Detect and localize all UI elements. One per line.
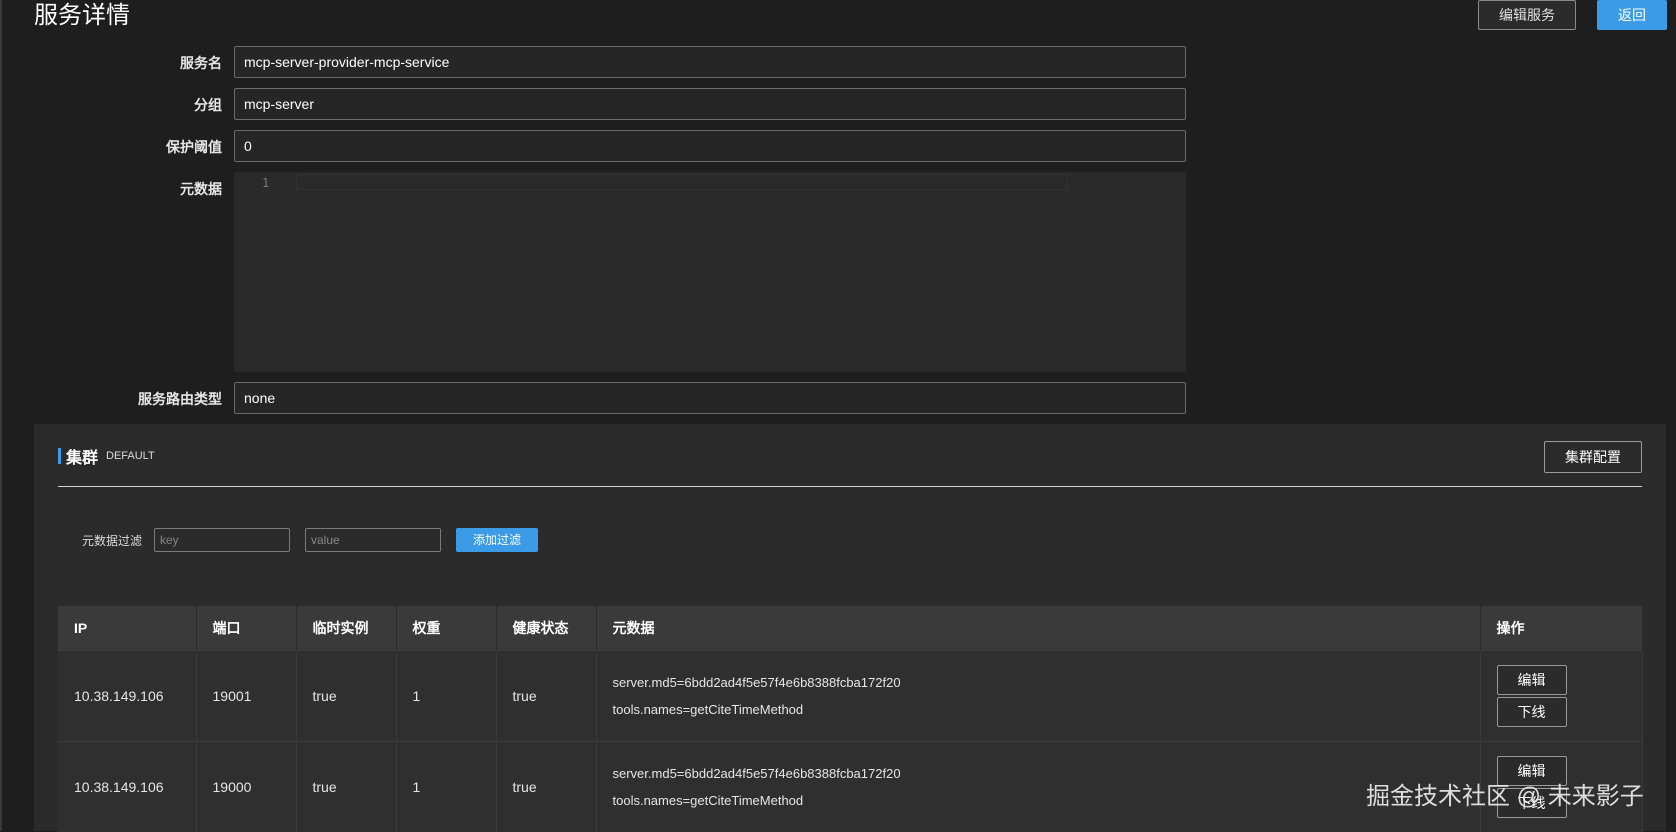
cell-actions: 编辑 下线 xyxy=(1480,651,1642,742)
protect-threshold-field[interactable]: 0 xyxy=(234,130,1186,162)
filter-key-input[interactable] xyxy=(154,528,290,552)
cell-healthy: true xyxy=(496,651,596,742)
cell-weight: 1 xyxy=(396,742,496,832)
cluster-panel: 集群 DEFAULT 集群配置 元数据过滤 添加过滤 IP 端口 临时实例 权重… xyxy=(34,424,1666,831)
cell-ip: 10.38.149.106 xyxy=(58,742,196,832)
cell-port: 19001 xyxy=(196,651,296,742)
page-title: 服务详情 xyxy=(34,0,130,32)
metadata-line: server.md5=6bdd2ad4f5e57f4e6b8388fcba172… xyxy=(613,669,1479,696)
cluster-name: DEFAULT xyxy=(106,450,155,462)
offline-instance-button[interactable]: 下线 xyxy=(1497,697,1567,727)
route-type-label: 服务路由类型 xyxy=(22,389,222,409)
metadata-filter-label: 元数据过滤 xyxy=(82,532,142,549)
cell-ip: 10.38.149.106 xyxy=(58,651,196,742)
table-row: 10.38.149.106 19001 true 1 true server.m… xyxy=(58,651,1642,742)
service-name-field[interactable]: mcp-server-provider-mcp-service xyxy=(234,46,1186,78)
filter-value-input[interactable] xyxy=(305,528,441,552)
metadata-line: tools.names=getCiteTimeMethod xyxy=(613,696,1479,723)
cell-ephemeral: true xyxy=(296,742,396,832)
column-header-health: 健康状态 xyxy=(496,606,596,651)
column-header-metadata: 元数据 xyxy=(596,606,1480,651)
service-name-label: 服务名 xyxy=(22,53,222,73)
editor-line-number: 1 xyxy=(262,176,269,190)
metadata-editor[interactable]: 1 xyxy=(234,172,1186,372)
group-field[interactable]: mcp-server xyxy=(234,88,1186,120)
column-header-actions: 操作 xyxy=(1480,606,1642,651)
edit-service-button[interactable]: 编辑服务 xyxy=(1478,0,1576,30)
add-filter-button[interactable]: 添加过滤 xyxy=(456,528,538,552)
metadata-label: 元数据 xyxy=(22,179,222,199)
cell-port: 19000 xyxy=(196,742,296,832)
metadata-line: server.md5=6bdd2ad4f5e57f4e6b8388fcba172… xyxy=(613,760,1479,787)
cell-metadata: server.md5=6bdd2ad4f5e57f4e6b8388fcba172… xyxy=(596,742,1480,832)
cell-healthy: true xyxy=(496,742,596,832)
window-edge xyxy=(0,0,2,831)
back-button[interactable]: 返回 xyxy=(1597,0,1667,30)
watermark-text: 掘金技术社区 @ 未来影子 xyxy=(1366,776,1644,811)
metadata-line: tools.names=getCiteTimeMethod xyxy=(613,787,1479,814)
editor-current-line xyxy=(296,174,1068,190)
column-header-ephemeral: 临时实例 xyxy=(296,606,396,651)
cluster-divider xyxy=(58,486,1642,487)
cell-metadata: server.md5=6bdd2ad4f5e57f4e6b8388fcba172… xyxy=(596,651,1480,742)
table-header-row: IP 端口 临时实例 权重 健康状态 元数据 操作 xyxy=(58,606,1642,651)
group-label: 分组 xyxy=(22,95,222,115)
cell-ephemeral: true xyxy=(296,651,396,742)
cluster-accent-bar xyxy=(58,448,61,464)
cluster-config-button[interactable]: 集群配置 xyxy=(1544,441,1642,473)
cluster-title: 集群 xyxy=(66,444,98,468)
cell-weight: 1 xyxy=(396,651,496,742)
column-header-ip: IP xyxy=(58,606,196,651)
protect-threshold-label: 保护阈值 xyxy=(22,137,222,157)
edit-instance-button[interactable]: 编辑 xyxy=(1497,665,1567,695)
route-type-field[interactable]: none xyxy=(234,382,1186,414)
column-header-port: 端口 xyxy=(196,606,296,651)
column-header-weight: 权重 xyxy=(396,606,496,651)
